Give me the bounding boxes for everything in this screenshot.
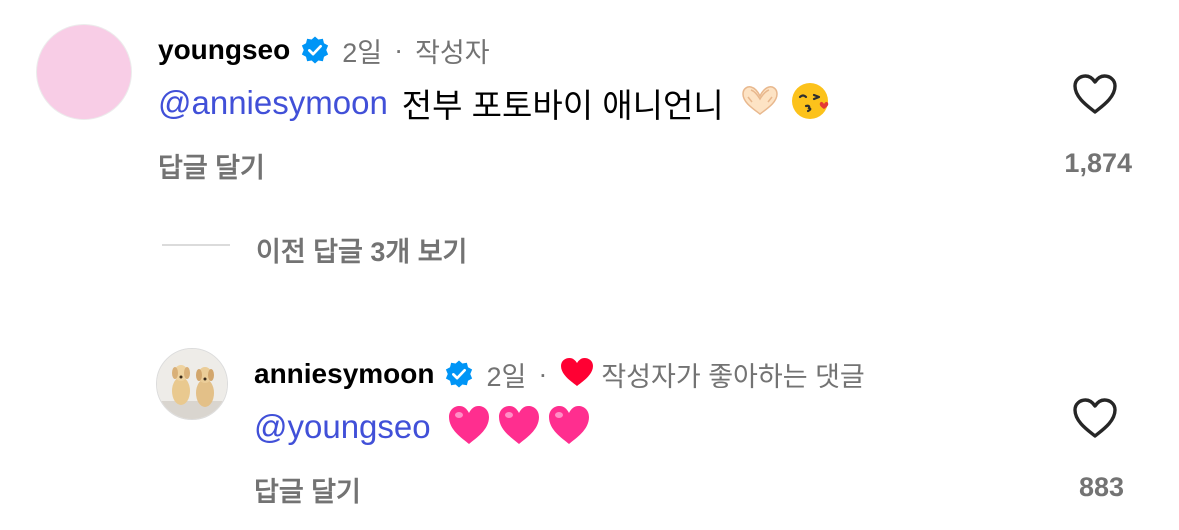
username[interactable]: youngseo: [158, 34, 290, 66]
like-count[interactable]: 883: [1012, 472, 1124, 503]
like-count[interactable]: 1,874: [1020, 148, 1132, 179]
dogs-photo: [157, 349, 227, 419]
separator-dot: ·: [538, 358, 548, 389]
verified-badge-icon: [444, 359, 474, 389]
liked-by-author-label: 작성자가 좋아하는 댓글: [601, 361, 865, 392]
pink-heart-emoji: [547, 404, 591, 451]
separator-dot: ·: [394, 34, 404, 65]
comment-text: 전부 포토바이 애니언니: [401, 87, 724, 124]
pink-heart-emoji: [497, 404, 541, 451]
heart-outline-icon[interactable]: [1071, 396, 1119, 440]
avatar-anniesymoon[interactable]: [156, 348, 228, 420]
heart-outline-icon[interactable]: [1071, 72, 1119, 116]
comment-2-body: @youngseo: [254, 402, 591, 452]
comment-time: 2일: [486, 361, 527, 392]
mention-link[interactable]: @anniesymoon: [158, 84, 388, 122]
reply-button[interactable]: 답글 달기: [254, 470, 361, 509]
verified-badge-icon: [300, 35, 330, 65]
comment-2-header: anniesymoon 2일 · 작성자가 좋아하는 댓글: [254, 354, 865, 394]
comment-time: 2일: [342, 37, 383, 68]
red-heart-icon: [559, 356, 595, 393]
pink-heart-emoji: [447, 404, 491, 451]
heart-hands-emoji: [740, 84, 780, 123]
mention-link[interactable]: @youngseo: [254, 408, 431, 446]
author-label: 작성자: [415, 37, 490, 68]
reply-button[interactable]: 답글 달기: [158, 146, 265, 185]
view-previous-replies-button[interactable]: 이전 답글 3개 보기: [256, 230, 467, 269]
username[interactable]: anniesymoon: [254, 358, 434, 390]
kiss-emoji: [790, 79, 834, 128]
comment-1-header: youngseo 2일 · 작성자: [158, 30, 490, 70]
divider-line: [162, 244, 230, 246]
comment-1-body: @anniesymoon 전부 포토바이 애니언니: [158, 80, 834, 126]
avatar-youngseo[interactable]: [36, 24, 132, 120]
